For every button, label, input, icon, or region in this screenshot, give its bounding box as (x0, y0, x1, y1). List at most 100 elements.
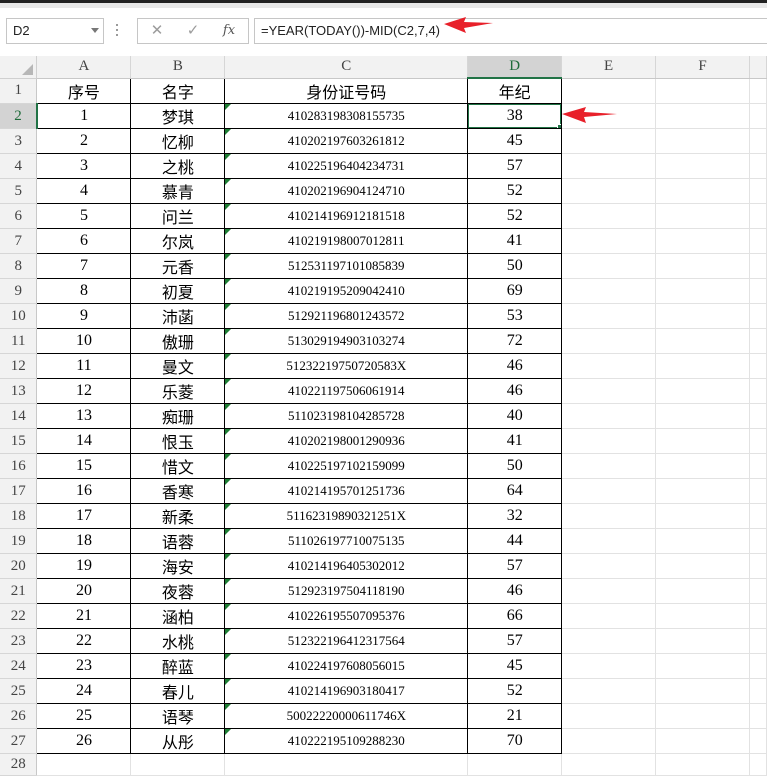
select-all-icon[interactable] (0, 56, 38, 79)
cell-seq[interactable]: 21 (36, 603, 132, 629)
empty-cell[interactable] (561, 403, 657, 429)
cell-seq[interactable]: 22 (36, 628, 132, 654)
empty-cell[interactable] (749, 628, 767, 654)
empty-cell[interactable] (655, 628, 750, 654)
empty-cell[interactable] (749, 328, 767, 354)
empty-cell[interactable] (561, 728, 657, 754)
cell-name[interactable]: 忆柳 (130, 128, 226, 154)
empty-cell[interactable] (749, 453, 767, 479)
row-header-17[interactable]: 17 (0, 478, 38, 504)
cell-id-number[interactable]: 513029194903103274 (224, 328, 469, 354)
row-header-25[interactable]: 25 (0, 678, 38, 704)
empty-cell[interactable] (561, 253, 657, 279)
empty-cell[interactable] (655, 728, 750, 754)
cell-seq[interactable]: 2 (36, 128, 132, 154)
row-header-23[interactable]: 23 (0, 628, 38, 654)
cell-seq[interactable]: 18 (36, 528, 132, 554)
cell-name[interactable]: 语蓉 (130, 528, 226, 554)
column-header-d[interactable]: D (467, 56, 563, 79)
cell-age[interactable]: 69 (467, 278, 563, 304)
cell-name[interactable]: 水桃 (130, 628, 226, 654)
active-cell-age[interactable]: 38 (467, 103, 563, 129)
empty-cell[interactable] (655, 753, 750, 776)
empty-cell[interactable] (561, 228, 657, 254)
cell-age[interactable]: 57 (467, 553, 563, 579)
empty-cell[interactable] (655, 128, 750, 154)
empty-cell[interactable] (561, 153, 657, 179)
empty-cell[interactable] (655, 328, 750, 354)
cell-id-number[interactable]: 512322196412317564 (224, 628, 469, 654)
cell-seq[interactable]: 9 (36, 303, 132, 329)
cell-age[interactable]: 70 (467, 728, 563, 754)
cell-name[interactable]: 海安 (130, 553, 226, 579)
row-header-18[interactable]: 18 (0, 503, 38, 529)
cell-seq[interactable]: 17 (36, 503, 132, 529)
cell-seq[interactable]: 12 (36, 378, 132, 404)
empty-cell[interactable] (749, 203, 767, 229)
empty-cell[interactable] (749, 528, 767, 554)
chevron-down-icon[interactable] (91, 28, 99, 33)
name-box[interactable]: D2 (6, 18, 104, 44)
enter-check-icon[interactable]: ✓ (182, 21, 204, 41)
cell-age[interactable]: 50 (467, 453, 563, 479)
empty-cell[interactable] (561, 453, 657, 479)
cell-name[interactable]: 夜蓉 (130, 578, 226, 604)
cell-age[interactable]: 46 (467, 578, 563, 604)
cell-seq[interactable]: 5 (36, 203, 132, 229)
cell-id-number[interactable]: 410219198007012811 (224, 228, 469, 254)
empty-cell[interactable] (655, 603, 750, 629)
cell-name[interactable]: 香寒 (130, 478, 226, 504)
empty-cell[interactable] (561, 753, 657, 776)
empty-cell[interactable] (561, 503, 657, 529)
empty-cell[interactable] (467, 753, 563, 776)
empty-cell[interactable] (655, 78, 750, 104)
cell-id-number[interactable]: 410283198308155735 (224, 103, 469, 129)
empty-cell[interactable] (749, 428, 767, 454)
empty-cell[interactable] (655, 253, 750, 279)
cell-seq[interactable]: 23 (36, 653, 132, 679)
empty-cell[interactable] (655, 428, 750, 454)
cell-id-number[interactable]: 410214196903180417 (224, 678, 469, 704)
row-header-14[interactable]: 14 (0, 403, 38, 429)
empty-cell[interactable] (655, 528, 750, 554)
insert-function-icon[interactable]: fx (218, 21, 240, 41)
cell-id-number[interactable]: 410202196904124710 (224, 178, 469, 204)
cell-name[interactable]: 乐菱 (130, 378, 226, 404)
row-header-2[interactable]: 2 (0, 103, 38, 129)
row-header-28[interactable]: 28 (0, 753, 38, 776)
grip-icon[interactable] (116, 24, 118, 40)
cell-age[interactable]: 52 (467, 678, 563, 704)
empty-cell[interactable] (749, 753, 767, 776)
empty-cell[interactable] (561, 78, 657, 104)
empty-cell[interactable] (655, 353, 750, 379)
cell-id-number[interactable]: 410225196404234731 (224, 153, 469, 179)
cell-age[interactable]: 45 (467, 653, 563, 679)
empty-cell[interactable] (561, 353, 657, 379)
cell-age[interactable]: 45 (467, 128, 563, 154)
cell-id-number[interactable]: 410202198001290936 (224, 428, 469, 454)
empty-cell[interactable] (749, 278, 767, 304)
empty-cell[interactable] (224, 753, 469, 776)
empty-cell[interactable] (749, 728, 767, 754)
empty-cell[interactable] (655, 103, 750, 129)
row-header-6[interactable]: 6 (0, 203, 38, 229)
empty-cell[interactable] (561, 578, 657, 604)
empty-cell[interactable] (655, 453, 750, 479)
cell-seq[interactable]: 15 (36, 453, 132, 479)
cell-age[interactable]: 57 (467, 153, 563, 179)
cell-id-number[interactable]: 512531197101085839 (224, 253, 469, 279)
empty-cell[interactable] (655, 653, 750, 679)
cell-seq[interactable]: 13 (36, 403, 132, 429)
empty-cell[interactable] (749, 128, 767, 154)
cell-id-number[interactable]: 511026197710075135 (224, 528, 469, 554)
cell-id-number[interactable]: 410202197603261812 (224, 128, 469, 154)
cell-age[interactable]: 57 (467, 628, 563, 654)
empty-cell[interactable] (561, 703, 657, 729)
row-header-11[interactable]: 11 (0, 328, 38, 354)
column-header-a[interactable]: A (36, 56, 132, 79)
row-header-20[interactable]: 20 (0, 553, 38, 579)
column-header-f[interactable]: F (655, 56, 750, 79)
cell-seq[interactable]: 19 (36, 553, 132, 579)
empty-cell[interactable] (655, 578, 750, 604)
empty-cell[interactable] (130, 753, 226, 776)
